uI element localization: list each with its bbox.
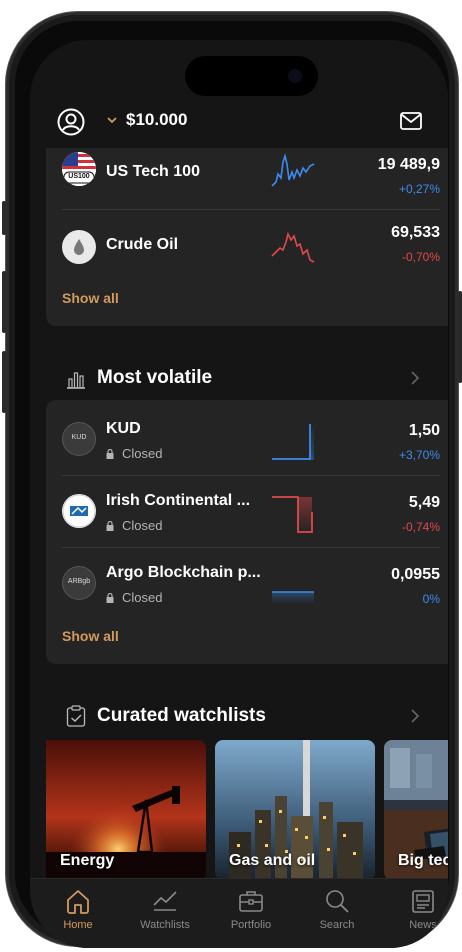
market-status: Closed [106, 518, 162, 533]
curated-watchlists-header[interactable]: Curated watchlists [30, 696, 448, 736]
list-item[interactable]: Irish Continental ... Closed 5,49 -0,74% [46, 476, 448, 548]
instrument-name: US Tech 100 [106, 163, 200, 180]
curated-watchlists-carousel[interactable]: Energy Gas and oil Big tec [46, 740, 448, 880]
section-title: Curated watchlists [97, 705, 266, 726]
market-status: Closed [106, 590, 162, 605]
instrument-price: 69,533 [391, 224, 440, 241]
section-title: Most volatile [97, 367, 213, 388]
list-item[interactable]: Crude Oil 69,533 -0,70% [46, 210, 448, 282]
argo-blockchain-logo: ARBgb [62, 566, 96, 600]
bar-chart-icon [67, 372, 85, 389]
instrument-change: 0% [422, 592, 440, 606]
watchlist-tile-big-tech[interactable]: Big tech [384, 740, 448, 880]
most-volatile-card: KUD KUD Closed 1,50 +3,70% Irish Contine… [46, 400, 448, 664]
volume-down-button [2, 351, 6, 413]
instrument-price: 5,49 [408, 494, 440, 511]
tab-label: News [409, 919, 437, 931]
sparkline-down [271, 231, 315, 263]
clipboard-check-icon [66, 705, 86, 727]
balance-amount: $10.000 [126, 110, 188, 129]
briefcase-icon [239, 891, 263, 912]
watchlist-tile-energy[interactable]: Energy [46, 740, 206, 880]
logo-text: ARBgb [67, 578, 91, 585]
tab-label: Home [63, 919, 93, 931]
sparkline-up [272, 424, 314, 460]
balance-selector[interactable]: $10.000 [106, 110, 187, 130]
lock-icon [106, 448, 114, 459]
instrument-price: 19 489,9 [377, 156, 440, 173]
home-icon [67, 890, 89, 914]
markets-card: US100 US Tech 100 19 489,9 +0,27% Crude … [46, 148, 448, 326]
most-volatile-header[interactable]: Most volatile [30, 358, 448, 398]
list-item[interactable]: KUD KUD Closed 1,50 +3,70% [46, 400, 448, 476]
lock-icon [106, 520, 114, 531]
bottom-tab-bar: Home Watchlists Portfolio Search News [30, 878, 448, 948]
tab-watchlists[interactable]: Watchlists [130, 887, 200, 931]
sparkline-up [271, 153, 315, 187]
instrument-price: 0,0955 [391, 566, 440, 583]
tab-news[interactable]: News [388, 887, 448, 931]
instrument-change: +0,27% [398, 182, 440, 196]
instrument-change: -0,74% [401, 520, 440, 534]
watchlist-tile-gas-and-oil[interactable]: Gas and oil [215, 740, 375, 880]
status-text: Closed [122, 446, 163, 461]
tab-label: Watchlists [140, 919, 190, 931]
instrument-change: -0,70% [401, 250, 440, 264]
profile-icon[interactable] [57, 108, 85, 136]
instrument-price: 1,50 [408, 422, 440, 439]
news-icon [412, 890, 434, 913]
instrument-name: Argo Blockchain p... [106, 564, 261, 581]
crude-oil-logo [62, 230, 96, 264]
logo-text: KUD [71, 434, 87, 441]
tile-label: Big tech [398, 852, 448, 869]
us-flag-logo: US100 [62, 152, 96, 186]
sparkline-flat [272, 591, 314, 604]
chart-line-icon [153, 891, 177, 911]
tab-label: Search [319, 919, 355, 931]
mail-icon[interactable] [400, 112, 422, 130]
search-icon [326, 890, 349, 913]
sparkline-down [272, 496, 313, 533]
irish-continental-logo [62, 494, 96, 528]
dynamic-island [185, 56, 318, 96]
tab-search[interactable]: Search [302, 887, 372, 931]
phone-frame: $10.000 US100 US Tech 100 19 489,9 +0,27… [2, 12, 462, 948]
chevron-right-icon [411, 371, 420, 385]
power-button [458, 291, 462, 383]
instrument-name: Irish Continental ... [106, 492, 251, 509]
kud-logo: KUD [62, 422, 96, 456]
logo-text: US100 [68, 173, 90, 180]
chevron-down-icon [107, 117, 117, 124]
show-all-link[interactable]: Show all [62, 628, 119, 644]
tile-label: Gas and oil [229, 852, 316, 869]
tab-portfolio[interactable]: Portfolio [216, 887, 286, 931]
status-text: Closed [122, 518, 163, 533]
market-status: Closed [106, 446, 162, 461]
silent-switch [2, 201, 6, 235]
tile-label: Energy [60, 852, 115, 869]
volume-up-button [2, 271, 6, 333]
list-item[interactable]: ARBgb Argo Blockchain p... Closed 0,0955… [46, 548, 448, 620]
list-item[interactable]: US100 US Tech 100 19 489,9 +0,27% [46, 148, 448, 210]
status-text: Closed [122, 590, 163, 605]
instrument-name: KUD [106, 420, 141, 437]
instrument-change: +3,70% [398, 448, 440, 462]
tab-home[interactable]: Home [43, 887, 113, 931]
show-all-link[interactable]: Show all [62, 290, 119, 306]
tab-label: Portfolio [230, 919, 272, 931]
app-screen: $10.000 US100 US Tech 100 19 489,9 +0,27… [30, 40, 448, 948]
instrument-name: Crude Oil [106, 236, 179, 253]
top-bar: $10.000 [30, 98, 448, 148]
lock-icon [106, 592, 114, 603]
chevron-right-icon [411, 709, 420, 723]
